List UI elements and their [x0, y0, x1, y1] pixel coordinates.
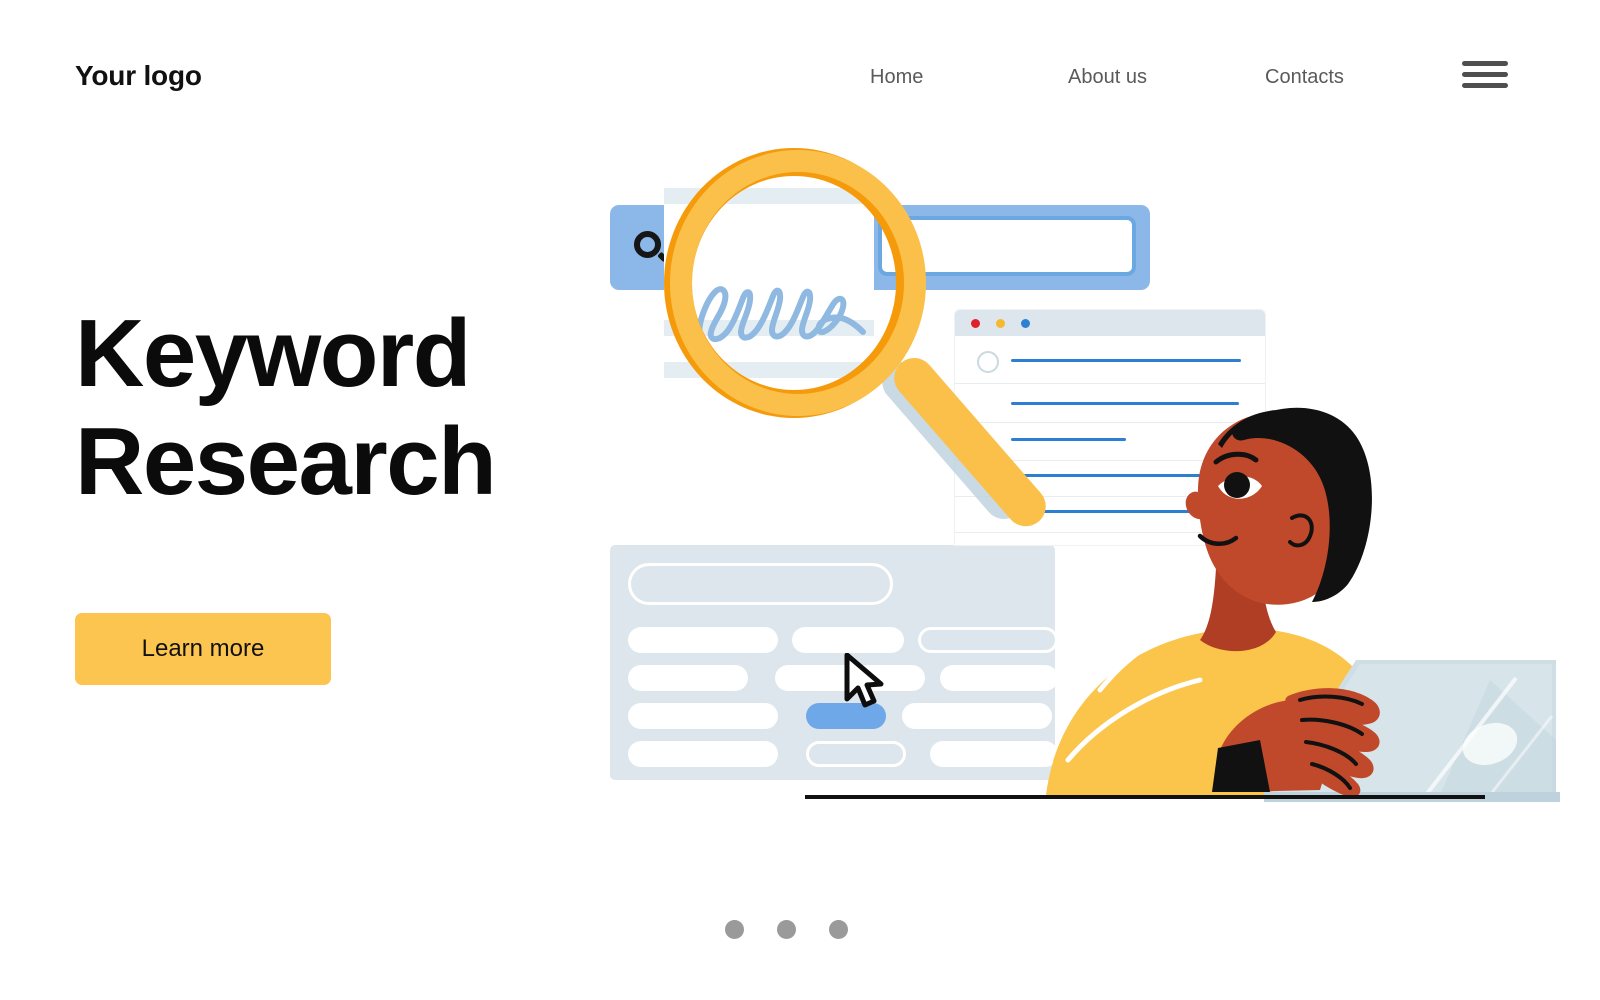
page-title: Keyword Research — [75, 300, 595, 517]
hamburger-bar — [1462, 72, 1508, 77]
learn-more-button[interactable]: Learn more — [75, 613, 331, 685]
close-dot-icon — [971, 319, 980, 328]
person-at-laptop-illustration — [1046, 407, 1560, 802]
nav-item-contacts[interactable]: Contacts — [1265, 66, 1344, 89]
table-cell — [628, 627, 778, 653]
desk-line — [805, 795, 1485, 799]
nav-item-about-us[interactable]: About us — [1068, 66, 1147, 89]
hero-illustration — [600, 140, 1560, 820]
table-cell — [628, 665, 748, 691]
carousel-pagination — [725, 920, 855, 942]
table-cell — [628, 703, 778, 729]
page-title-line-1: Keyword — [75, 300, 471, 407]
carousel-dot-2[interactable] — [777, 920, 796, 939]
site-logo[interactable]: Your logo — [75, 60, 202, 92]
search-icon — [634, 231, 661, 258]
minimize-dot-icon — [996, 319, 1005, 328]
carousel-dot-1[interactable] — [725, 920, 744, 939]
table-cell — [628, 741, 778, 767]
page-title-line-2: Research — [75, 408, 497, 516]
hamburger-bar — [1462, 83, 1508, 88]
nav-item-home[interactable]: Home — [870, 66, 923, 89]
maximize-dot-icon — [1021, 319, 1030, 328]
site-header: Your logo Home About us Contacts — [0, 0, 1600, 150]
main-navigation: Home About us Contacts — [860, 66, 1420, 98]
browser-title-bar — [955, 310, 1265, 336]
hero-copy: Keyword Research — [75, 300, 595, 517]
hamburger-bar — [1462, 61, 1508, 66]
carousel-dot-3[interactable] — [829, 920, 848, 939]
hamburger-menu-icon[interactable] — [1462, 60, 1508, 90]
